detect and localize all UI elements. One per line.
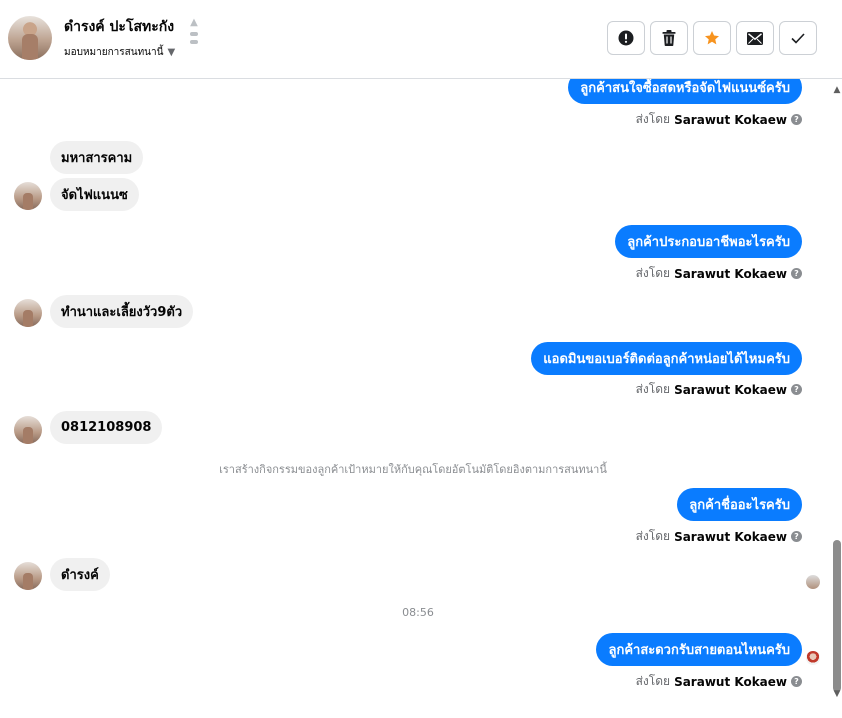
contact-avatar-small[interactable] <box>14 182 42 210</box>
scroll-down-arrow-icon[interactable]: ▼ <box>832 689 842 699</box>
contact-avatar-small[interactable] <box>14 416 42 444</box>
scroll-up-arrow-icon[interactable]: ▲ <box>832 85 842 95</box>
incoming-message[interactable]: มหาสารคาม <box>50 141 144 174</box>
help-icon[interactable]: ? <box>791 531 802 542</box>
timestamp: 08:56 <box>402 606 434 619</box>
help-icon[interactable]: ? <box>791 268 802 279</box>
sender-name: Sarawut Kokaew <box>674 529 787 544</box>
sender-name: Sarawut Kokaew <box>674 266 787 281</box>
check-icon <box>791 32 805 44</box>
conversation-header: ดำรงค์ ปะโสทะกัง มอบหมายการสนทนานี้ ▼ ▲ <box>0 0 842 79</box>
incoming-message[interactable]: 0812108908 <box>50 411 163 444</box>
up-arrow-icon[interactable]: ▲ <box>190 18 198 28</box>
assign-label: มอบหมายการสนทนานี้ <box>64 47 164 58</box>
caret-down-icon: ▼ <box>167 47 176 58</box>
incoming-message[interactable]: ดำรงค์ <box>50 558 110 591</box>
contact-avatar-small[interactable] <box>14 562 42 590</box>
mark-spam-button[interactable] <box>607 21 645 55</box>
help-icon[interactable]: ? <box>791 114 802 125</box>
mark-unread-button[interactable] <box>736 21 774 55</box>
outgoing-message[interactable]: ลูกค้าประกอบอาชีพอะไรครับ <box>615 225 802 258</box>
outgoing-message[interactable]: ลูกค้าสนใจซื้อสดหรือจัดไฟแนนซ์ครับ <box>568 79 802 104</box>
sender-name: Sarawut Kokaew <box>674 674 787 689</box>
sent-by-line: ส่งโดย Sarawut Kokaew ? <box>636 672 802 691</box>
sender-name: Sarawut Kokaew <box>674 382 787 397</box>
sender-name: Sarawut Kokaew <box>674 112 787 127</box>
sent-by-line: ส่งโดย Sarawut Kokaew ? <box>636 380 802 399</box>
outgoing-message[interactable]: แอดมินขอเบอร์ติดต่อลูกค้าหน่อยได้ไหมครับ <box>531 342 802 375</box>
trash-icon <box>662 30 676 46</box>
assign-conversation-dropdown[interactable]: มอบหมายการสนทนานี้ ▼ <box>64 45 175 60</box>
read-receipt-avatar <box>806 575 820 589</box>
incoming-message[interactable]: ทำนาและเลี้ยงวัว9ตัว <box>50 295 194 328</box>
scrollbar[interactable]: ▲ ▼ <box>830 79 842 718</box>
header-actions <box>607 21 817 55</box>
scrollbar-thumb[interactable] <box>833 540 841 692</box>
help-icon[interactable]: ? <box>791 676 802 687</box>
star-button[interactable] <box>693 21 731 55</box>
outgoing-message[interactable]: ลูกค้าสะดวกรับสายตอนไหนครับ <box>596 633 802 666</box>
drag-handle-icon <box>190 32 198 36</box>
alert-circle-icon <box>618 30 634 46</box>
incoming-message[interactable]: จัดไฟแนนซ <box>50 178 139 211</box>
contact-name[interactable]: ดำรงค์ ปะโสทะกัง <box>64 16 174 38</box>
sent-by-line: ส่งโดย Sarawut Kokaew ? <box>636 110 802 129</box>
message-thread[interactable]: ลูกค้าสนใจซื้อสดหรือจัดไฟแนนซ์ครับ ส่งโด… <box>0 79 826 718</box>
help-icon[interactable]: ? <box>791 384 802 395</box>
contact-avatar[interactable] <box>8 16 52 60</box>
star-icon <box>705 31 719 45</box>
sent-by-line: ส่งโดย Sarawut Kokaew ? <box>636 527 802 546</box>
envelope-icon <box>747 31 763 45</box>
sent-by-line: ส่งโดย Sarawut Kokaew ? <box>636 264 802 283</box>
outgoing-message[interactable]: ลูกค้าชื่ออะไรครับ <box>677 488 802 521</box>
mark-done-button[interactable] <box>779 21 817 55</box>
delete-button[interactable] <box>650 21 688 55</box>
system-note: เราสร้างกิจกรรมของลูกค้าเป้าหมายให้กับคุ… <box>219 463 607 476</box>
contact-avatar-small[interactable] <box>14 299 42 327</box>
seen-avatar <box>806 651 820 665</box>
drag-handle-icon <box>190 40 198 44</box>
conversation-nav[interactable]: ▲ <box>188 18 200 44</box>
